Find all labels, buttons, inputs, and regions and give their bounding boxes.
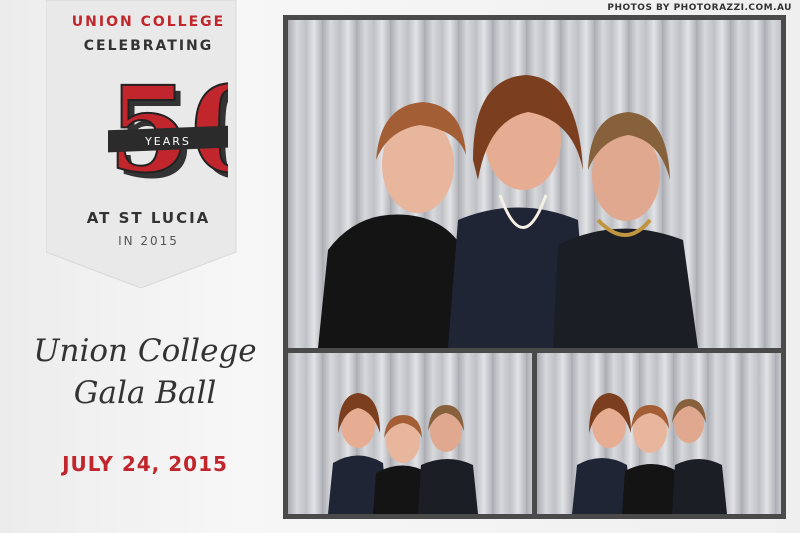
three-women-portrait xyxy=(318,75,698,348)
anniversary-badge: UNION COLLEGE CELEBRATING 50 50 YEARS AT… xyxy=(46,0,237,288)
main-photo xyxy=(288,20,781,348)
badge-celebrating: CELEBRATING xyxy=(83,38,214,54)
badge-years-label: YEARS xyxy=(144,135,191,148)
event-title-line1: Union College xyxy=(33,333,257,369)
badge-year: IN 2015 xyxy=(118,234,179,248)
badge-college-name: UNION COLLEGE xyxy=(71,14,226,30)
group-photo-1 xyxy=(328,393,478,514)
thumbnail-photo-left xyxy=(288,353,532,514)
event-title: Union College Gala Ball xyxy=(10,330,280,414)
badge-location: AT ST LUCIA xyxy=(86,209,211,227)
event-date: JULY 24, 2015 xyxy=(62,452,228,476)
group-photo-2 xyxy=(572,393,727,514)
thumbnail-photo-right xyxy=(537,353,781,514)
fifty-years-emblem: 50 50 YEARS xyxy=(108,59,228,195)
event-title-line2: Gala Ball xyxy=(73,375,217,411)
photo-credit: PHOTOS BY PHOTORAZZI.COM.AU xyxy=(607,3,792,13)
